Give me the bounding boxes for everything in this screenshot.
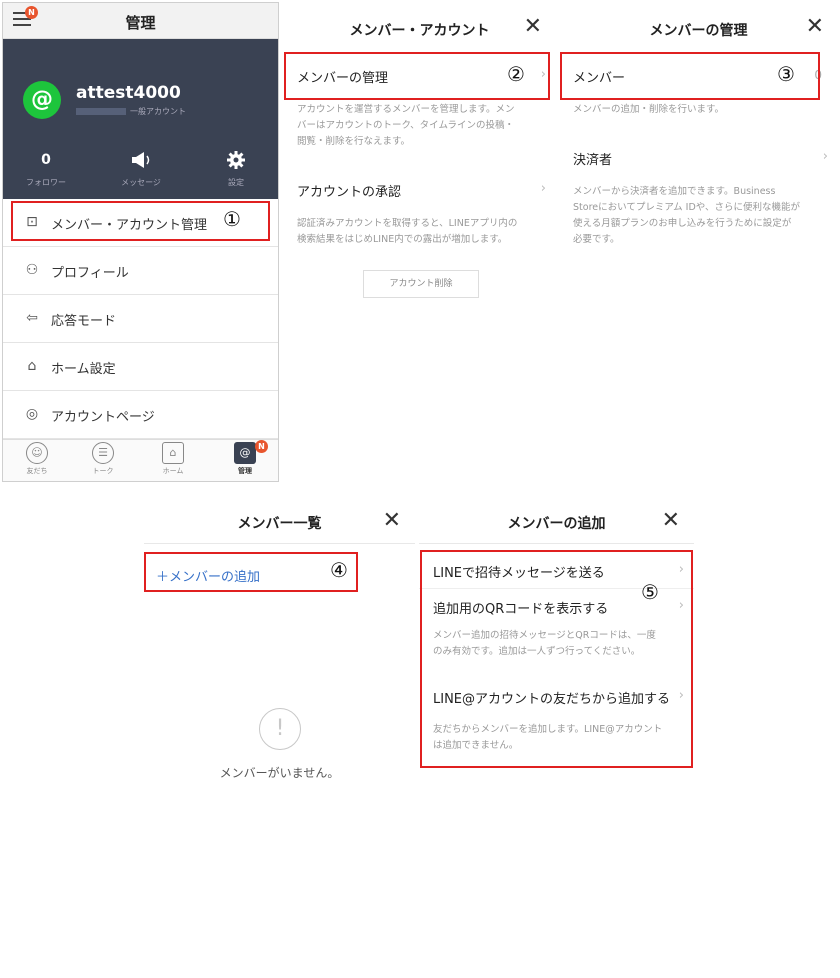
close-icon[interactable]: ✕ [383,510,401,532]
panel-header: メンバーの管理 ✕ [559,0,838,60]
desc-line: 閲覧・削除を行なえます。 [297,136,411,147]
talk-icon: ☰ [92,442,114,464]
desc-line: バーはアカウントのトーク、タイムラインの投稿・ [297,120,514,131]
bottom-tab-bar: ☺ 友だち ☰ トーク ⌂ ホーム @ 管理 N [3,439,278,481]
desc-line: 必要です。 [573,234,620,245]
close-icon[interactable]: ✕ [662,510,680,532]
page-title: 管理 [125,14,156,32]
row-description: メンバーから決済者を追加できます。Business Storeにおいてプレミアム… [573,184,800,248]
followers-stat[interactable]: 0 フォロワー [11,151,81,188]
followers-label: フォロワー [26,178,66,187]
reply-mode-icon: ⇦ [26,310,38,326]
panel-header: メンバーの追加 ✕ [419,500,694,544]
tab-label: トーク [92,467,114,475]
account-avatar[interactable]: @ [23,81,61,119]
followers-count: 0 [41,152,51,168]
profile-icon: ⚇ [25,262,39,278]
annotation-2: ② [507,62,525,86]
message-label: メッセージ [121,178,161,187]
menu-item-account-page[interactable]: ◎ アカウントページ [3,391,278,439]
row-description: メンバーの追加・削除を行います。 [573,102,724,118]
panel-title: メンバー・アカウント [349,23,490,39]
menu-item-reply-mode[interactable]: ⇦ 応答モード [3,295,278,343]
friends-icon: ☺ [26,442,48,464]
row-description: アカウントを運営するメンバーを管理します。メン バーはアカウントのトーク、タイム… [297,102,515,150]
annotation-5: ⑤ [641,580,659,604]
delete-account-button[interactable]: アカウント削除 [363,270,479,298]
account-page-icon: ◎ [25,406,39,422]
chevron-right-icon: › [540,181,546,196]
tab-home[interactable]: ⌂ ホーム [153,442,193,476]
menu-label: 応答モード [51,314,117,329]
exclamation-icon: ! [259,708,301,750]
desc-line: メンバーから決済者を追加できます。Business [573,186,776,197]
home-settings-icon: ⌂ [27,358,37,374]
gear-icon [201,151,271,169]
message-stat[interactable]: メッセージ [106,151,176,188]
annotation-4: ④ [330,558,348,582]
manage-badge: N [255,440,268,453]
member-management-panel: メンバーの管理 ✕ メンバー 0 メンバーの追加・削除を行います。 決済者 › … [559,0,838,482]
panel-header: メンバー・アカウント ✕ [283,0,556,60]
chevron-right-icon: › [822,149,828,164]
desc-line: 検索結果をはじめLINE内での露出が増加します。 [297,234,508,245]
member-account-panel: メンバー・アカウント ✕ メンバーの管理 › アカウントを運営するメンバーを管理… [283,0,556,482]
row-payer[interactable]: 決済者 › [559,136,838,180]
tab-friends[interactable]: ☺ 友だち [17,442,57,476]
menu-item-profile[interactable]: ⚇ プロフィール [3,247,278,295]
admin-panel: N 管理 @ attest4000 一般アカウント 0 フォロワー メッセージ … [2,2,279,482]
member-list-panel: メンバー一覧 ✕ ＋メンバーの追加 ! メンバーがいません。 ④ [144,500,415,974]
row-account-approval[interactable]: アカウントの承認 › [283,168,556,212]
menu-label: アカウントページ [51,410,155,425]
annotation-1: ① [223,207,241,231]
add-member-panel: メンバーの追加 ✕ LINEで招待メッセージを送る › 追加用のQRコードを表示… [419,500,694,974]
row-description: 認証済みアカウントを取得すると、LINEアプリ内の 検索結果をはじめLINE内で… [297,216,517,248]
account-type: 一般アカウント [76,106,186,117]
close-icon[interactable]: ✕ [806,16,824,38]
menu-label: プロフィール [51,266,129,281]
desc-line: 使える月額プランのお申し込みを行うために設定が [573,218,792,229]
empty-state-text: メンバーがいません。 [219,766,340,780]
settings-label: 設定 [228,178,244,187]
panel-title: メンバーの追加 [507,516,606,532]
highlight-box-4 [144,552,358,592]
megaphone-icon [106,151,176,169]
panel-header: メンバー一覧 ✕ [144,500,415,544]
desc-line: メンバーの追加・削除を行います。 [573,104,725,115]
home-icon: ⌂ [162,442,184,464]
account-name: attest4000 [76,83,181,103]
redacted-id [76,108,126,115]
desc-line: 認証済みアカウントを取得すると、LINEアプリ内の [297,218,518,229]
row-label: 決済者 [573,153,613,168]
manage-icon: @ [234,442,256,464]
panel-title: メンバーの管理 [649,23,748,39]
tab-talk[interactable]: ☰ トーク [83,442,123,476]
panel-title: メンバー一覧 [237,516,322,532]
tab-label: 友だち [26,467,48,475]
desc-line: アカウントを運営するメンバーを管理します。メン [297,104,515,115]
close-icon[interactable]: ✕ [524,16,542,38]
menu-label: ホーム設定 [51,362,116,377]
tab-label: ホーム [162,467,184,475]
menu-item-home-settings[interactable]: ⌂ ホーム設定 [3,343,278,391]
row-label: アカウントの承認 [297,185,402,200]
tab-label: 管理 [238,467,252,475]
settings-stat[interactable]: 設定 [201,151,271,188]
title-bar: N 管理 [3,3,278,39]
annotation-3: ③ [777,62,795,86]
desc-line: Storeにおいてプレミアム IDや、さらに便利な機能が [573,202,801,213]
